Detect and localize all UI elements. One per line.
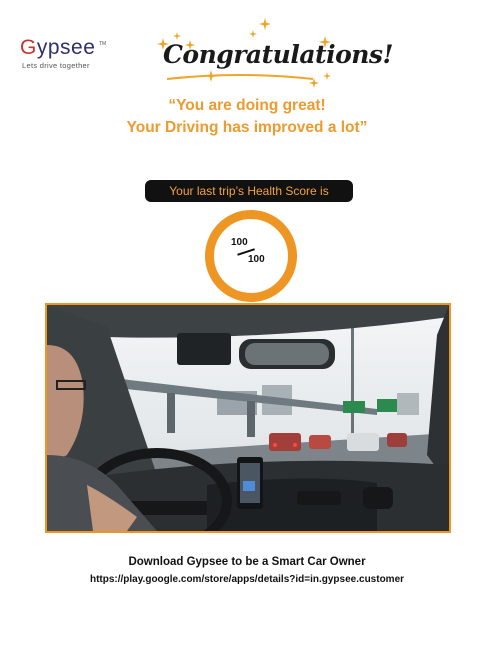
driving-photo	[45, 303, 451, 533]
download-title: Download Gypsee to be a Smart Car Owner	[128, 556, 366, 568]
sparkle-icon	[173, 32, 181, 40]
logo-trademark: TM	[99, 41, 107, 47]
car-interior-illustration	[47, 305, 449, 531]
sparkle-icon	[249, 30, 257, 38]
logo-wordmark: Gypsee	[20, 36, 95, 60]
logo-name: ypsee	[36, 36, 96, 59]
health-score-value: 100	[231, 237, 248, 248]
sparkle-icon	[323, 72, 331, 80]
download-link[interactable]: https://play.google.com/store/apps/detai…	[0, 574, 494, 585]
congratulations-heading: Congratulations!	[163, 40, 393, 69]
swoosh-underline	[166, 74, 314, 80]
logo-tagline: Lets drive together	[22, 61, 90, 70]
message-line-2: Your Driving has improved a lot”	[126, 119, 368, 136]
message-line-1: “You are doing great!	[168, 97, 326, 114]
health-score-max: 100	[248, 254, 265, 265]
congratulations-banner: Congratulations!	[155, 18, 393, 90]
health-score-label: Your last trip’s Health Score is	[145, 180, 353, 202]
health-score-ring: 100 100	[205, 210, 297, 302]
logo-initial: G	[20, 36, 37, 59]
gypsee-logo: Gypsee TM Lets drive together	[20, 36, 116, 76]
sparkle-icon	[259, 18, 271, 30]
